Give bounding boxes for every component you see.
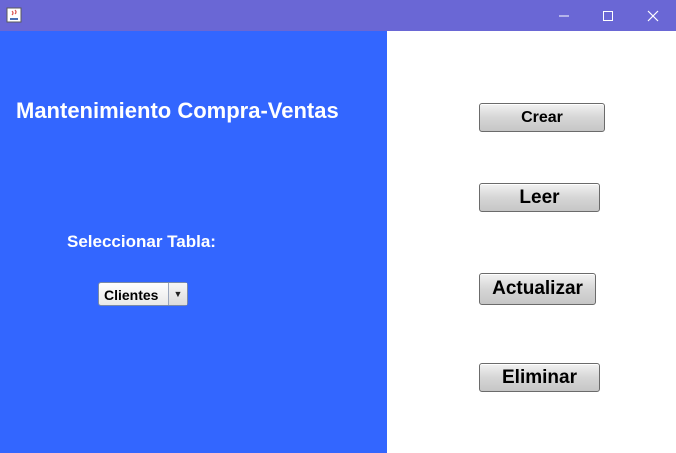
select-table-label: Seleccionar Tabla: bbox=[67, 232, 216, 251]
close-icon bbox=[647, 10, 659, 21]
table-select-dropdown[interactable]: Clientes ▼ bbox=[98, 282, 188, 306]
maximize-button[interactable] bbox=[585, 0, 631, 31]
chevron-down-icon[interactable]: ▼ bbox=[168, 283, 187, 305]
create-button[interactable]: Crear bbox=[479, 103, 605, 132]
read-button[interactable]: Leer bbox=[479, 183, 600, 212]
update-button[interactable]: Actualizar bbox=[479, 273, 596, 305]
minimize-button[interactable] bbox=[541, 0, 587, 31]
page-title: Mantenimiento Compra-Ventas bbox=[16, 98, 339, 123]
java-app-icon bbox=[6, 7, 22, 23]
maximize-icon bbox=[603, 10, 613, 21]
minimize-icon bbox=[559, 15, 569, 16]
close-button[interactable] bbox=[630, 0, 676, 31]
window-titlebar[interactable] bbox=[0, 0, 676, 31]
table-select-value: Clientes bbox=[104, 287, 159, 303]
delete-button[interactable]: Eliminar bbox=[479, 363, 600, 392]
